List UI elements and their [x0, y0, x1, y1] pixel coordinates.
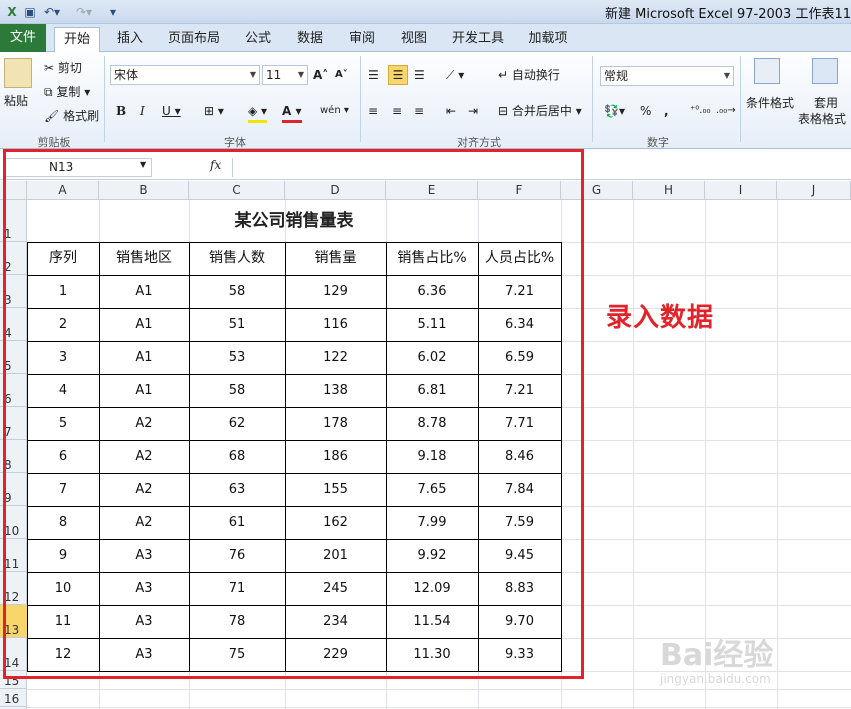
gridline — [27, 689, 851, 690]
paste-icon[interactable] — [4, 58, 32, 88]
tab-page-layout[interactable]: 页面布局 — [164, 27, 224, 52]
group-separator — [740, 56, 741, 142]
tab-review[interactable]: 审阅 — [340, 27, 384, 52]
percent-button[interactable]: % — [640, 102, 651, 120]
chevron-down-icon: ▼ — [723, 71, 730, 80]
italic-button[interactable]: I — [140, 102, 145, 120]
conditional-format-button[interactable]: 条件格式 — [746, 94, 794, 112]
ribbon-tabs: 文件 开始 插入 页面布局 公式 数据 审阅 视图 开发工具 加载项 — [0, 24, 851, 52]
increase-decimal-button[interactable]: ⁺⁰.₀₀ — [690, 102, 710, 120]
watermark-logo: Bai经验 — [660, 638, 774, 673]
gridline — [633, 200, 634, 709]
shrink-font-button[interactable]: A˅ — [335, 66, 348, 84]
currency-button[interactable]: 💱▾ — [604, 102, 625, 120]
align-center-button[interactable]: ≡ — [392, 102, 402, 120]
phonetic-button[interactable]: wén ▾ — [320, 102, 349, 120]
gridline — [777, 200, 778, 709]
row-header[interactable]: 16 — [0, 689, 27, 707]
decrease-indent-button[interactable]: ⇤ — [446, 102, 456, 120]
font-size-select[interactable]: 11 ▼ — [262, 65, 308, 85]
align-left-button[interactable]: ≡ — [368, 102, 378, 120]
align-top-button[interactable]: ☰ — [368, 66, 379, 84]
wrap-text-icon: ↵ — [498, 68, 509, 82]
decrease-decimal-button[interactable]: .₀₀→ — [716, 102, 736, 120]
ribbon: 粘贴 ✂ 剪切 ⧉ 复制 ▾ 🖌 格式刷 剪贴板 宋体 ▼ 11 ▼ A˄ A˅ B… — [0, 52, 851, 149]
title-bar: X ▣ ↶▾ ↷▾ ▾ 新建 Microsoft Excel 97-2003 工… — [0, 0, 851, 24]
tab-file[interactable]: 文件 — [0, 24, 46, 52]
group-separator — [104, 56, 105, 142]
bold-button[interactable]: B — [116, 102, 126, 120]
annotation-text: 录入数据 — [606, 303, 715, 333]
font-color-button[interactable]: A ▾ — [282, 102, 302, 123]
align-right-button[interactable]: ≡ — [414, 102, 424, 120]
wrap-text-button[interactable]: ↵ 自动换行 — [498, 66, 560, 84]
tab-home[interactable]: 开始 — [54, 27, 100, 52]
alignment-group-label: 对齐方式 — [457, 136, 501, 149]
scissors-icon: ✂ — [44, 61, 55, 75]
undo-icon[interactable]: ↶▾ — [42, 3, 62, 21]
redo-icon[interactable]: ↷▾ — [74, 3, 94, 21]
cut-button[interactable]: ✂ 剪切 — [44, 59, 82, 77]
excel-logo-icon: X — [7, 5, 17, 19]
tab-insert[interactable]: 插入 — [108, 27, 152, 52]
merge-icon: ⊟ — [498, 104, 509, 118]
format-painter-button[interactable]: 🖌 格式刷 — [44, 107, 99, 125]
copy-button[interactable]: ⧉ 复制 ▾ — [44, 83, 90, 101]
chevron-down-icon: ▼ — [249, 70, 256, 79]
watermark-url: jingyan.baidu.com — [660, 672, 771, 686]
group-separator — [360, 56, 361, 142]
clipboard-group-label: 剪贴板 — [37, 136, 71, 149]
row-number: 16 — [4, 692, 20, 706]
tab-data[interactable]: 数据 — [288, 27, 332, 52]
group-separator — [592, 56, 593, 142]
borders-button[interactable]: ⊞ ▾ — [204, 102, 224, 120]
tab-developer[interactable]: 开发工具 — [448, 27, 508, 52]
chevron-down-icon: ▼ — [297, 70, 304, 79]
column-header[interactable]: I — [705, 181, 777, 200]
comma-button[interactable]: , — [664, 102, 669, 120]
font-group-label: 字体 — [224, 136, 246, 149]
align-middle-button[interactable]: ☰ — [388, 65, 408, 85]
paste-button[interactable]: 粘贴 — [4, 92, 28, 110]
fill-color-button[interactable]: ◈ ▾ — [248, 102, 268, 123]
merge-center-button[interactable]: ⊟ 合并后居中 ▾ — [498, 102, 582, 120]
column-header[interactable]: H — [633, 181, 705, 200]
grow-font-button[interactable]: A˄ — [313, 66, 328, 84]
highlight-frame — [3, 149, 584, 679]
tab-formulas[interactable]: 公式 — [236, 27, 280, 52]
window-title: 新建 Microsoft Excel 97-2003 工作表11 — [605, 7, 851, 22]
tab-view[interactable]: 视图 — [392, 27, 436, 52]
save-icon[interactable]: ▣ — [22, 3, 38, 21]
underline-button[interactable]: U ▾ — [162, 102, 181, 120]
brush-icon: 🖌 — [44, 109, 60, 123]
number-format-select[interactable]: 常规 ▼ — [600, 66, 734, 86]
format-as-table-label-2[interactable]: 表格格式 — [798, 110, 846, 128]
table-format-icon[interactable] — [812, 58, 838, 84]
gridline — [27, 707, 851, 708]
conditional-format-icon[interactable] — [754, 58, 780, 84]
font-name-select[interactable]: 宋体 ▼ — [110, 65, 260, 85]
tab-addins[interactable]: 加载项 — [522, 27, 574, 52]
align-bottom-button[interactable]: ☰ — [414, 66, 425, 84]
increase-indent-button[interactable]: ⇥ — [468, 102, 478, 120]
orientation-button[interactable]: ⟋ ▾ — [446, 66, 464, 84]
number-group-label: 数字 — [647, 136, 669, 149]
customize-quick-access-icon[interactable]: ▾ — [106, 3, 120, 21]
copy-icon: ⧉ — [44, 85, 53, 99]
column-header[interactable]: J — [777, 181, 851, 200]
